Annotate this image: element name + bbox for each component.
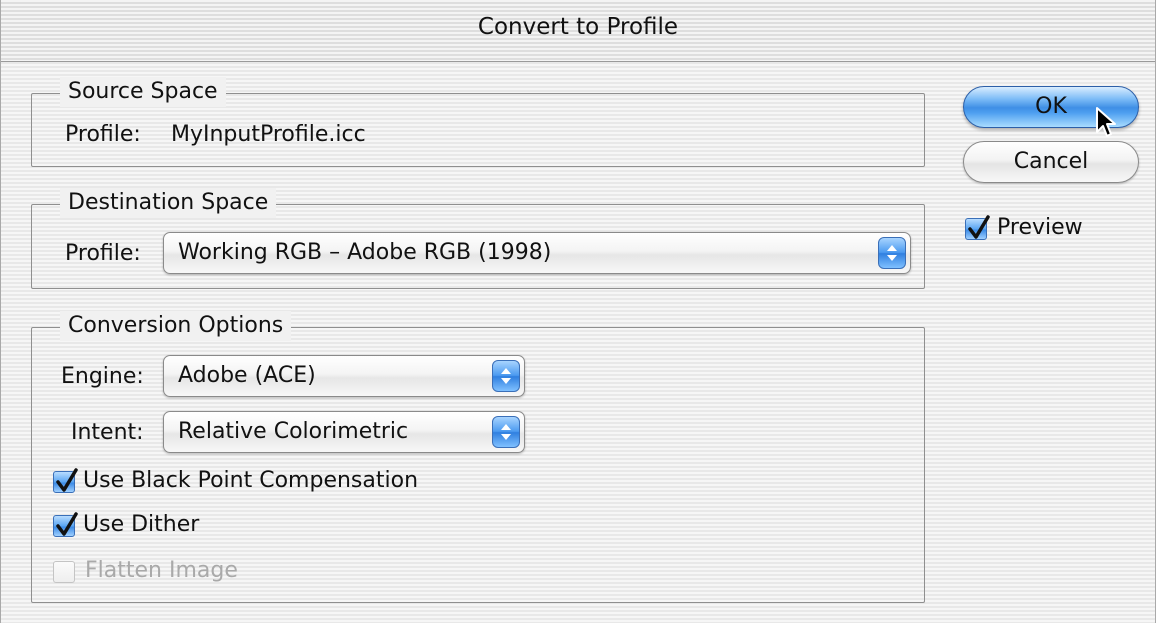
destination-space-group-label: Destination Space [60,188,277,218]
source-profile-label: Profile: [65,122,141,147]
checkmark-icon [56,468,78,492]
checkmark-icon [968,215,990,239]
up-down-arrows-icon [492,416,520,448]
flatten-image-label: Flatten Image [85,558,238,583]
cancel-button[interactable]: Cancel [963,141,1139,183]
engine-value: Adobe (ACE) [178,363,316,388]
intent-value: Relative Colorimetric [178,419,409,444]
up-down-arrows-icon [878,237,906,269]
destination-profile-label: Profile: [65,241,141,266]
black-point-compensation-checkbox[interactable] [53,468,78,493]
up-down-arrows-icon [492,360,520,392]
destination-profile-value: Working RGB – Adobe RGB (1998) [178,240,552,265]
checkmark-icon [56,512,78,536]
source-space-group: Source Space [31,77,925,167]
source-profile-value: MyInputProfile.icc [171,122,366,147]
conversion-options-group-label: Conversion Options [60,311,292,341]
intent-popup[interactable]: Relative Colorimetric [163,411,525,453]
destination-profile-popup[interactable]: Working RGB – Adobe RGB (1998) [163,232,911,274]
use-dither-label[interactable]: Use Dither [83,511,199,539]
flatten-image-checkbox [53,561,75,583]
black-point-compensation-label[interactable]: Use Black Point Compensation [83,467,418,495]
preview-label[interactable]: Preview [997,214,1083,242]
source-space-group-label: Source Space [60,77,226,107]
preview-checkbox[interactable] [965,215,990,240]
engine-popup[interactable]: Adobe (ACE) [163,355,525,397]
dialog-title: Convert to Profile [477,14,679,40]
intent-label: Intent: [71,420,144,445]
use-dither-checkbox[interactable] [53,512,78,537]
convert-to-profile-dialog: Convert to Profile Source Space Profile:… [0,0,1156,623]
title-bar[interactable]: Convert to Profile [1,0,1155,62]
engine-label: Engine: [61,364,144,389]
arrow-cursor-icon [1096,107,1116,137]
